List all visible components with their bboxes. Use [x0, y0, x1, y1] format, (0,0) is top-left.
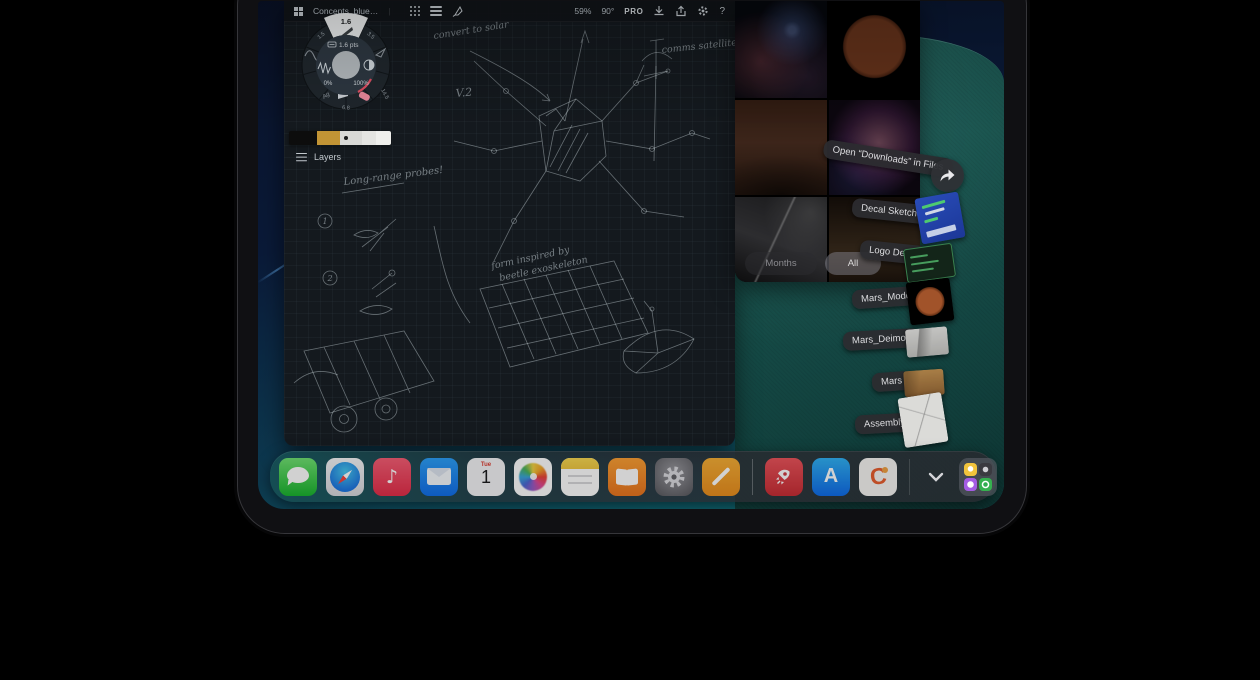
mini-app-yellow: [964, 463, 977, 476]
appstore-app-icon[interactable]: A: [812, 458, 850, 496]
thumb-assembly[interactable]: [897, 392, 948, 448]
forward-arrow-icon: [939, 168, 956, 183]
notes-app-icon[interactable]: [561, 458, 599, 496]
stage: 1 2 convert to solar comms satellite V.2…: [0, 0, 1260, 680]
mini-app-green: [979, 478, 992, 491]
ipad-screen: 1 2 convert to solar comms satellite V.2…: [258, 1, 1004, 509]
app-library-icon[interactable]: [959, 458, 997, 496]
rocket-glyph: [772, 465, 796, 489]
appstore-a-glyph: A: [824, 465, 838, 488]
thumb-mars-deimos[interactable]: [905, 326, 949, 358]
rocket-app-icon[interactable]: [765, 458, 803, 496]
calendar-app-icon[interactable]: Tue 1: [467, 458, 505, 496]
music-app-icon[interactable]: ♪: [373, 458, 411, 496]
share-drop-button[interactable]: [931, 159, 964, 192]
c-glyph: C: [868, 462, 887, 491]
dock-divider-recents: [909, 459, 910, 495]
mini-app-camera: [979, 463, 992, 476]
ipad-device: 1 2 convert to solar comms satellite V.2…: [237, 0, 1027, 534]
mini-app-purple: [964, 478, 977, 491]
settings-app-icon[interactable]: [655, 458, 693, 496]
mail-app-icon[interactable]: [420, 458, 458, 496]
thumb-mars-model[interactable]: [906, 277, 955, 325]
chevron-down-icon: [928, 472, 944, 482]
dock-collapse-button[interactable]: [922, 458, 950, 496]
thumb-blue-decal[interactable]: [914, 192, 965, 245]
books-app-icon[interactable]: [608, 458, 646, 496]
photos-app-icon[interactable]: [514, 458, 552, 496]
dock: ♪ Tue 1: [270, 451, 996, 502]
concepts-app-icon[interactable]: [702, 458, 740, 496]
drag-overlay: Open “Downloads” in Files Decal Sketches…: [258, 1, 1004, 509]
music-note-glyph: ♪: [386, 466, 398, 488]
safari-app-icon[interactable]: [326, 458, 364, 496]
messages-app-icon[interactable]: [279, 458, 317, 496]
gear-glyph: [662, 465, 686, 489]
c-app-icon[interactable]: C: [859, 458, 897, 496]
calendar-day: 1: [467, 467, 505, 488]
dock-divider: [752, 459, 753, 495]
